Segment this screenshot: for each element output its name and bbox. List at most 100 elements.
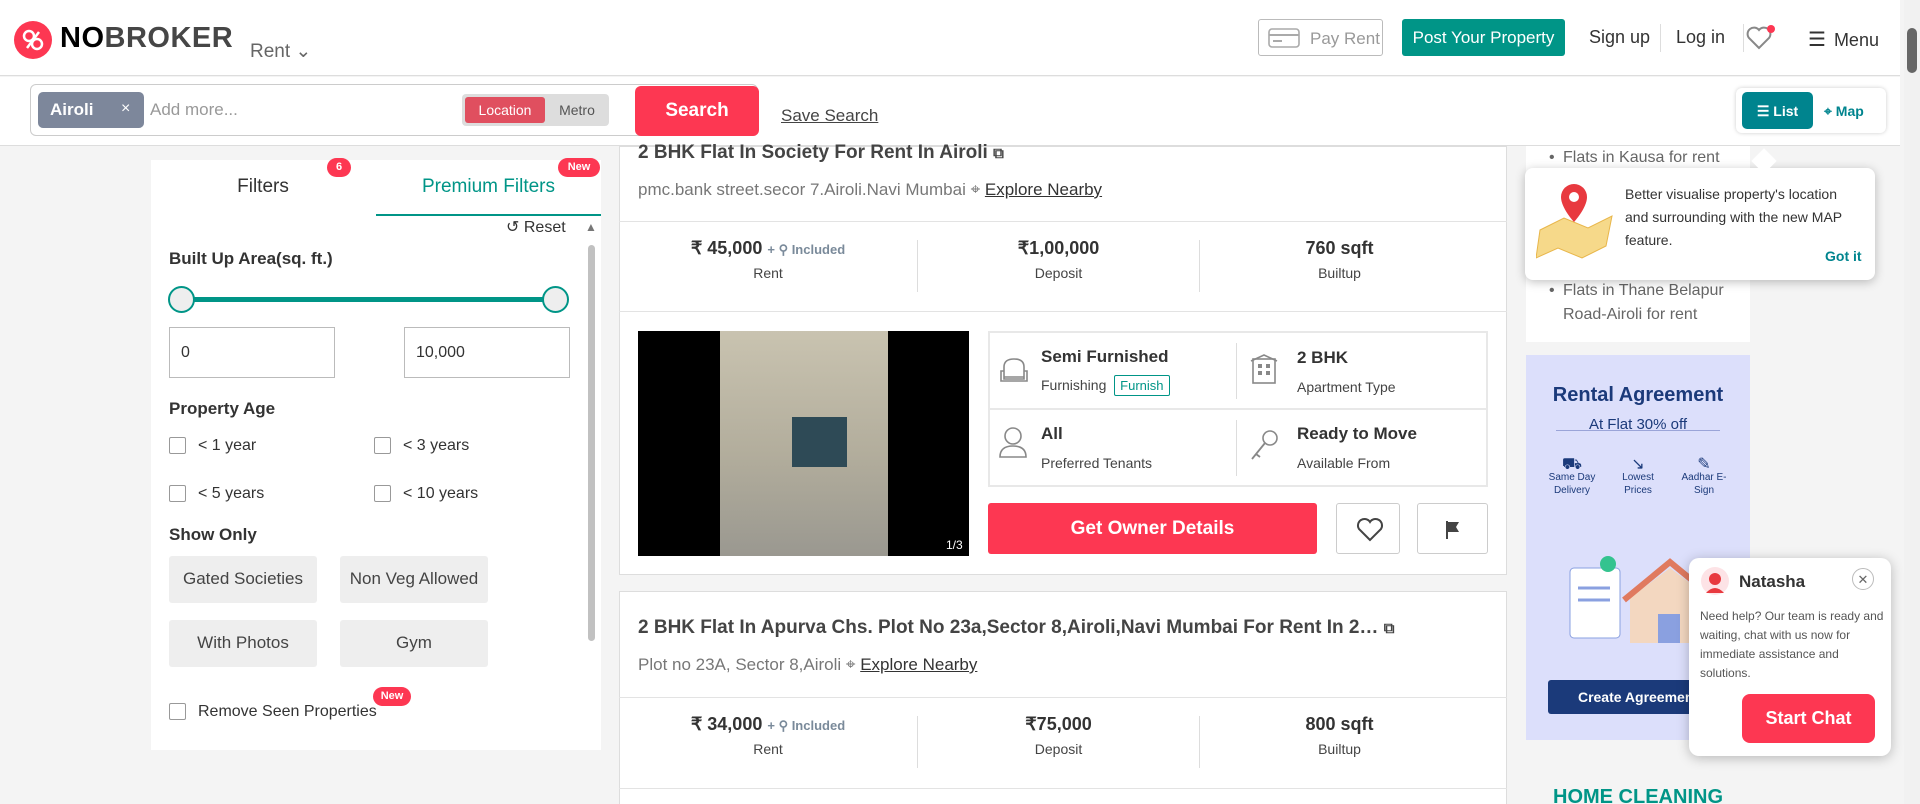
property-age-title: Property Age: [169, 399, 276, 418]
ad-feature: ↘ Lowest Prices: [1608, 457, 1668, 497]
rent-block: ₹ 45,000 + ⚲ Included Rent: [690, 238, 846, 281]
search-input[interactable]: Add more...: [150, 100, 238, 120]
rent-dropdown[interactable]: Rent ⌄: [250, 40, 311, 63]
filter-scrollbar[interactable]: [588, 245, 595, 641]
ad-feature: ⛟ Same Day Delivery: [1542, 456, 1602, 497]
listing-address: Plot no 23A, Sector 8,Airoli ⌖ Explore N…: [638, 655, 978, 674]
built-up-area-title: Built Up Area(sq. ft.): [169, 249, 333, 268]
scroll-up-icon[interactable]: ▲: [585, 220, 597, 234]
menu-button[interactable]: ☰ Menu: [1808, 27, 1879, 52]
list-view-button[interactable]: ☰ List: [1742, 92, 1813, 129]
furnish-tag[interactable]: Furnish: [1114, 375, 1170, 396]
reset-button[interactable]: ↺ Reset: [506, 217, 566, 237]
explore-nearby-link[interactable]: Explore Nearby: [985, 180, 1102, 199]
got-it-button[interactable]: Got it: [1825, 248, 1862, 264]
hamburger-icon: ☰: [1808, 29, 1826, 51]
show-only-title: Show Only: [169, 525, 257, 544]
available-from-label: Available From: [1297, 455, 1391, 471]
age-checkbox[interactable]: < 1 year: [169, 437, 256, 455]
map-pin-icon: ⌖: [1824, 103, 1836, 119]
flag-icon: [1444, 519, 1462, 546]
age-checkbox[interactable]: < 3 years: [374, 437, 469, 455]
tenants-icon: [997, 425, 1029, 464]
reset-icon: ↺: [506, 219, 524, 236]
min-area-input[interactable]: 0: [169, 327, 335, 378]
new-badge: New: [373, 687, 411, 706]
checkbox[interactable]: [374, 437, 391, 455]
checkbox[interactable]: [169, 437, 186, 455]
location-chip[interactable]: Airoli ×: [38, 92, 144, 128]
divider: [988, 408, 1488, 410]
close-icon[interactable]: ✕: [1852, 568, 1874, 590]
chat-agent-name: Natasha: [1739, 572, 1806, 591]
listing-title[interactable]: 2 BHK Flat In Apurva Chs. Plot No 23a,Se…: [638, 617, 1394, 639]
furnishing-value: Semi Furnished: [1041, 347, 1169, 366]
explore-nearby-link[interactable]: Explore Nearby: [860, 655, 977, 674]
shortlist-heart-icon[interactable]: [1746, 25, 1776, 56]
max-area-input[interactable]: 10,000: [404, 327, 570, 378]
sign-up-link[interactable]: Sign up: [1589, 27, 1650, 48]
search-button[interactable]: Search: [635, 86, 759, 136]
non-veg-pill[interactable]: Non Veg Allowed: [340, 556, 488, 603]
deposit-block: ₹75,000 Deposit: [1025, 714, 1092, 757]
photo-counter: 1/3: [946, 538, 963, 552]
tooltip-text: Better visualise property's location and…: [1625, 186, 1842, 248]
page-scrollbar-thumb[interactable]: [1907, 28, 1917, 73]
furnishing-label: Furnishing Furnish: [1041, 375, 1170, 396]
key-icon: [1249, 429, 1279, 468]
builtup-block: 800 sqft Builtup: [1305, 714, 1374, 757]
map-view-button[interactable]: ⌖ Map: [1824, 103, 1864, 120]
slider-min-handle[interactable]: [168, 286, 195, 313]
rent-block: ₹ 34,000 + ⚲ Included Rent: [690, 714, 846, 757]
divider: [619, 788, 1507, 789]
photo-dark-area: [888, 331, 968, 556]
nearby-link[interactable]: • Flats in Thane Belapur Road-Airoli for …: [1549, 279, 1743, 327]
gated-societies-pill[interactable]: Gated Societies: [169, 556, 317, 603]
truck-icon: ⛟: [1561, 456, 1583, 473]
with-photos-pill[interactable]: With Photos: [169, 620, 317, 667]
page-scrollbar[interactable]: [1904, 0, 1920, 804]
remove-seen-checkbox[interactable]: Remove Seen Properties: [169, 703, 377, 721]
post-property-button[interactable]: Post Your Property: [1402, 19, 1565, 56]
location-pin-icon: ⌖: [970, 180, 981, 199]
nobroker-logo[interactable]: NOBROKER: [60, 22, 233, 55]
divider: [619, 697, 1507, 698]
external-link-icon[interactable]: ⧉: [1384, 620, 1395, 637]
slider-max-handle[interactable]: [542, 286, 569, 313]
chevron-down-icon: ⌄: [295, 41, 312, 62]
preferred-tenants-label: Preferred Tenants: [1041, 455, 1153, 471]
divider: [619, 311, 1507, 312]
listing-title[interactable]: 2 BHK Flat In Society For Rent In Airoli…: [638, 142, 1004, 164]
log-in-link[interactable]: Log in: [1676, 27, 1725, 48]
card-icon: [1268, 27, 1300, 54]
room-window: [792, 417, 847, 467]
toggle-location[interactable]: Location: [465, 97, 545, 123]
divider: [1236, 343, 1237, 399]
get-owner-details-button[interactable]: Get Owner Details: [988, 503, 1317, 554]
pay-rent-button[interactable]: Pay Rent: [1258, 19, 1383, 56]
close-icon[interactable]: ×: [121, 100, 130, 118]
nearby-link[interactable]: • Flats in Kausa for rent: [1549, 146, 1743, 170]
divider: [619, 221, 1507, 222]
heart-icon: [1356, 517, 1384, 548]
gym-pill[interactable]: Gym: [340, 620, 488, 667]
nobroker-logo-icon[interactable]: [14, 21, 52, 59]
age-checkbox[interactable]: < 10 years: [374, 485, 478, 503]
checkbox[interactable]: [374, 485, 391, 503]
builtup-block: 760 sqft Builtup: [1305, 238, 1374, 281]
shortlist-button[interactable]: [1336, 503, 1400, 554]
home-cleaning-banner[interactable]: HOME CLEANING: [1526, 786, 1750, 804]
deposit-block: ₹1,00,000 Deposit: [1017, 238, 1100, 281]
start-chat-button[interactable]: Start Chat: [1742, 694, 1875, 743]
toggle-metro[interactable]: Metro: [548, 97, 606, 123]
checkbox[interactable]: [169, 703, 186, 721]
preferred-tenants-value: All: [1041, 424, 1063, 443]
divider: [1556, 430, 1720, 431]
apartment-type-value: 2 BHK: [1297, 348, 1349, 367]
report-button[interactable]: [1417, 503, 1488, 554]
external-link-icon[interactable]: ⧉: [993, 145, 1004, 162]
checkbox[interactable]: [169, 485, 186, 503]
age-checkbox[interactable]: < 5 years: [169, 485, 264, 503]
save-search-link[interactable]: Save Search: [781, 106, 878, 126]
filter-count-badge: 6: [327, 158, 351, 177]
